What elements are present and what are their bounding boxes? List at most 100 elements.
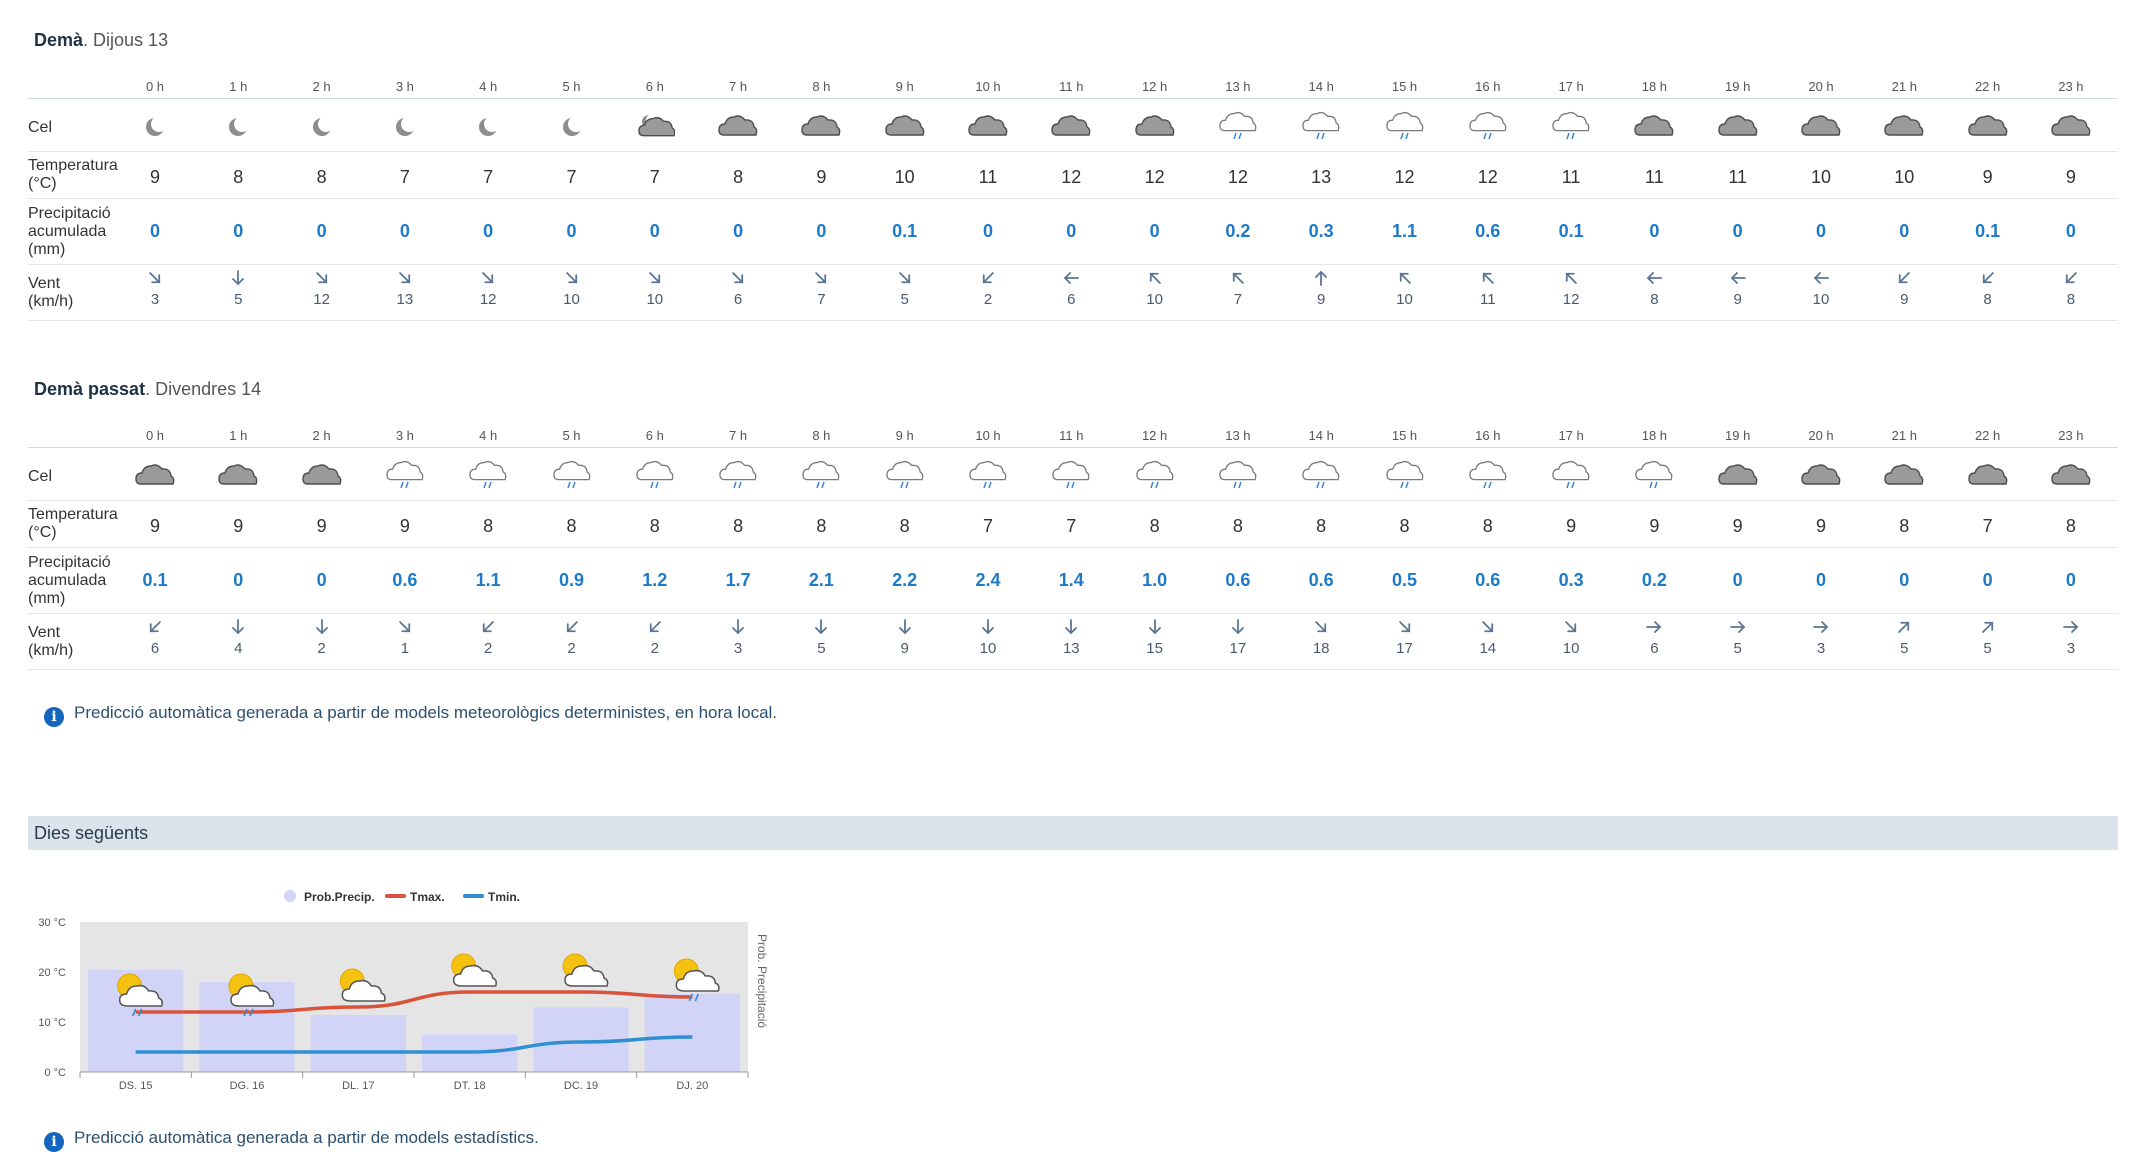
wind-cell: 6 — [698, 269, 778, 308]
wind-row: Vent (km/h) 6 4 2 1 2 2 2 3 5 9 10 13 15 17 18 17 14 10 6 5 3 5… — [28, 614, 2118, 670]
temperature-value: 9 — [1982, 167, 1993, 187]
wind-cell: 5 — [781, 618, 861, 657]
wind-cell: 3 — [2031, 618, 2111, 657]
wind-arrow-icon — [1981, 621, 1993, 633]
temperature-value: 8 — [2065, 516, 2076, 536]
cloud-icon — [1115, 111, 1195, 143]
forecast-day-1: Demà. Dijous 13 0 h 1 h 2 h 3 h 4 h 5 h 6 h 7 h… — [28, 30, 2118, 321]
temperature-value: 7 — [982, 516, 993, 536]
moon-icon — [532, 111, 612, 143]
wind-speed-value: 7 — [817, 291, 826, 308]
wind-speed-value: 15 — [1146, 640, 1163, 657]
wind-arrow-icon — [1898, 621, 1910, 633]
wind-arrow-icon — [232, 270, 245, 286]
wind-arrow-icon — [315, 272, 327, 284]
hour-label: 3 h — [395, 79, 414, 94]
rain-icon — [865, 460, 945, 492]
temperature-value: 8 — [1399, 516, 1410, 536]
hours-header: 0 h 1 h 2 h 3 h 4 h 5 h 6 h 7 h 8 h 9 h 10 h 11 h 12… — [28, 407, 2118, 448]
wind-cell: 18 — [1281, 618, 1361, 657]
wind-speed-value: 12 — [313, 291, 330, 308]
temperature-value: 8 — [733, 167, 744, 187]
row-label-line: Cel — [28, 468, 53, 485]
wind-arrow-icon — [1398, 621, 1410, 633]
temperature-value: 9 — [816, 167, 827, 187]
wind-cell: 12 — [1531, 269, 1611, 308]
rain-icon — [532, 460, 612, 492]
day-title: Demà. Dijous 13 — [34, 30, 169, 50]
rain-icon — [448, 460, 528, 492]
hour-label: 15 h — [1391, 79, 1418, 94]
wind-speed-value: 10 — [563, 291, 580, 308]
precipitation-value: 0.2 — [1641, 570, 1667, 590]
precipitation-value: 0 — [566, 221, 577, 241]
wind-speed-value: 10 — [646, 291, 664, 308]
wind-arrow-icon — [815, 619, 828, 635]
wind-cell: 11 — [1448, 269, 1528, 308]
temperature-value: 8 — [733, 516, 744, 536]
temp-row: Temperatura (°C) 9 8 8 7 7 7 7 8 9 10 11 12 12 12 13 12 12… — [28, 152, 2118, 199]
wind-cell: 17 — [1365, 618, 1445, 657]
hour-label: 19 h — [1725, 428, 1751, 443]
rain-icon — [1365, 111, 1445, 143]
row-label-line: (°C) — [28, 175, 57, 192]
precipitation-value: 0.6 — [1475, 570, 1501, 590]
cloud-icon — [865, 111, 945, 143]
row-label-line: acumulada — [28, 222, 107, 240]
rain-icon — [1281, 460, 1361, 492]
wind-cell: 2 — [532, 618, 612, 657]
wind-speed-value: 6 — [1650, 640, 1659, 657]
wind-speed-value: 17 — [1229, 640, 1247, 657]
precipitation-value: 0 — [1066, 221, 1077, 241]
wind-cell: 2 — [282, 618, 362, 657]
temperature-value: 8 — [1482, 516, 1493, 536]
hour-label: 12 h — [1141, 428, 1168, 443]
precipitation-value: 0.3 — [1308, 221, 1334, 241]
temperature-value: 9 — [2065, 167, 2076, 187]
rain-icon — [1365, 460, 1445, 492]
row-label: Cel — [28, 468, 52, 486]
temperature-value: 8 — [1232, 516, 1243, 536]
precipitation-value: 0.6 — [1308, 570, 1334, 590]
precipitation-value: 0 — [233, 221, 244, 241]
wind-speed-value: 10 — [979, 640, 997, 657]
wind-speed-value: 13 — [396, 291, 414, 308]
precipitation-value: 0.5 — [1391, 570, 1418, 590]
wind-cell: 10 — [1115, 269, 1195, 308]
wind-cell: 10 — [1365, 269, 1445, 308]
row-label-line: (°C) — [28, 524, 57, 541]
wind-arrow-icon — [315, 619, 328, 635]
hour-label: 21 h — [1891, 79, 1917, 94]
wind-arrow-icon — [1647, 272, 1663, 284]
hour-label: 22 h — [1974, 79, 2001, 94]
wind-speed-value: 9 — [900, 640, 909, 657]
rain-icon — [615, 460, 695, 492]
hour-label: 7 h — [729, 428, 748, 443]
hour-label: 22 h — [1974, 428, 2001, 443]
wind-cell: 8 — [2031, 269, 2111, 308]
hour-label: 7 h — [729, 79, 748, 94]
wind-speed-value: 9 — [1900, 291, 1909, 308]
hour-label: 20 h — [1808, 428, 1834, 443]
precipitation-value: 1.0 — [1142, 570, 1168, 590]
next-days-chart: Prob.Precip. Tmax. Tmin. 30 °C 20 °C 10 °C 0 °… — [38, 890, 769, 1092]
cloud-icon — [781, 111, 861, 143]
wind-speed-value: 10 — [1396, 291, 1413, 308]
wind-cell: 12 — [448, 269, 528, 308]
wind-speed-value: 5 — [900, 291, 909, 308]
wind-cell: 13 — [1031, 618, 1111, 657]
cloud-icon — [1698, 111, 1778, 143]
temperature-value: 7 — [1982, 516, 1993, 536]
rain-icon — [1031, 460, 1111, 492]
wind-speed-value: 5 — [1733, 640, 1742, 657]
temperature-value: 12 — [1477, 167, 1498, 187]
hour-label: 15 h — [1391, 428, 1418, 443]
row-label-line: (km/h) — [28, 292, 74, 310]
temperature-value: 13 — [1311, 167, 1332, 187]
precipitation-value: 0 — [1899, 221, 1910, 241]
wind-speed-value: 5 — [1900, 640, 1909, 657]
wind-cell: 7 — [1198, 269, 1278, 308]
hour-label: 2 h — [312, 79, 331, 94]
temperature-value: 9 — [233, 516, 244, 536]
hour-label: 9 h — [895, 428, 914, 443]
